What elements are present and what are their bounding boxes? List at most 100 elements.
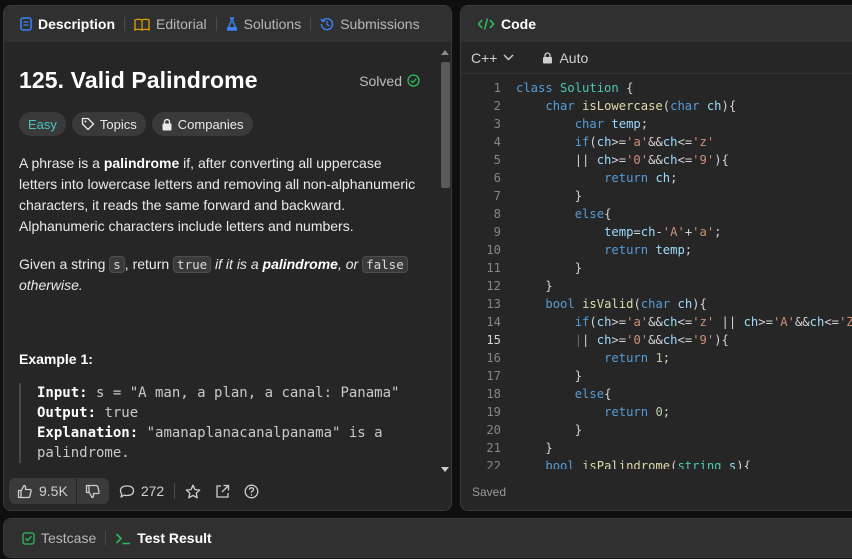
language-label: C++ — [471, 49, 498, 66]
code-line: 12 } — [486, 279, 553, 293]
tab-description-label: Description — [38, 16, 116, 32]
difficulty-badge: Easy — [19, 112, 66, 136]
lock-icon — [542, 51, 553, 64]
example-heading: Example 1: — [19, 351, 93, 367]
auto-mode-toggle[interactable]: Auto — [542, 50, 588, 66]
example-block: Input: s = "A man, a plan, a canal: Pana… — [19, 383, 422, 463]
code-line: 4 if(ch>='a'&&ch<='z' — [493, 135, 715, 149]
problem-description: A phrase is a palindrome if, after conve… — [19, 153, 422, 237]
checkbox-icon — [22, 531, 35, 545]
description-panel: Description Editorial Solutions Submissi… — [3, 5, 452, 511]
problem-badges: Easy Topics Companies — [19, 112, 422, 136]
tab-divider — [124, 17, 126, 31]
example-input-label: Input: — [37, 385, 88, 401]
code-line: 17 } — [486, 369, 583, 383]
topics-button[interactable]: Topics — [71, 112, 146, 136]
code-line: 1 class Solution { — [493, 81, 634, 95]
tab-divider — [105, 531, 107, 545]
tab-test-result-label: Test Result — [137, 530, 212, 546]
share-button[interactable] — [211, 484, 240, 499]
favorite-button[interactable] — [175, 484, 211, 499]
tab-divider — [310, 17, 312, 31]
language-select[interactable]: C++ — [471, 50, 514, 66]
companies-button[interactable]: Companies — [151, 112, 253, 136]
topics-label: Topics — [99, 116, 137, 132]
code-line: 11 } — [486, 261, 583, 275]
tab-divider — [215, 17, 217, 31]
tab-testcase-label: Testcase — [41, 530, 97, 546]
thumbs-down-icon — [85, 484, 101, 499]
comment-icon — [119, 484, 135, 499]
tab-testcase[interactable]: Testcase — [16, 520, 102, 556]
solved-status: Solved — [359, 73, 420, 89]
description-icon — [20, 17, 32, 31]
scroll-thumb[interactable] — [441, 62, 450, 188]
code-line: 2 char isLowercase(char ch){ — [493, 99, 737, 113]
auto-mode-label: Auto — [559, 49, 589, 66]
tab-test-result[interactable]: Test Result — [109, 520, 217, 556]
star-icon — [185, 484, 201, 499]
flask-icon — [226, 17, 238, 31]
tab-code-label: Code — [501, 16, 536, 32]
book-icon — [134, 18, 150, 31]
code-line: 8 else{ — [493, 207, 612, 221]
task-text: if it is a — [211, 256, 263, 272]
description-scrollbar[interactable] — [440, 48, 450, 472]
solved-label: Solved — [359, 72, 402, 89]
tab-submissions[interactable]: Submissions — [314, 6, 425, 42]
like-count: 9.5K — [39, 483, 68, 499]
share-icon — [215, 484, 230, 499]
code-line: 16 return 1; — [486, 351, 671, 365]
companies-label: Companies — [177, 116, 244, 132]
code-line: 5 || ch>='0'&&ch<='9'){ — [493, 153, 729, 167]
code-line-current: 15 || ch>='0'&&ch<='9'){ — [486, 333, 729, 347]
code-line: 13 bool isValid(char ch){ — [486, 297, 707, 311]
tab-code[interactable]: Code — [471, 6, 542, 42]
code-tab-bar: Code — [461, 6, 852, 42]
problem-title[interactable]: 125. Valid Palindrome — [19, 67, 258, 94]
inline-code: s — [109, 256, 125, 273]
description-content[interactable]: 125. Valid Palindrome Solved Easy Topics — [4, 42, 437, 474]
code-line: 10 return temp; — [486, 243, 693, 257]
tab-solutions-label: Solutions — [243, 16, 302, 32]
code-line: 20 } — [486, 423, 583, 437]
thumbs-up-icon — [17, 484, 33, 499]
code-line: 3 char temp; — [493, 117, 649, 131]
dislike-button[interactable] — [77, 478, 109, 504]
comments-button[interactable]: 272 — [109, 483, 174, 499]
task-text: , or — [337, 256, 363, 272]
tab-editorial[interactable]: Editorial — [128, 6, 213, 42]
tab-editorial-label: Editorial — [156, 16, 207, 32]
lock-icon — [161, 118, 173, 131]
question-circle-icon — [244, 484, 259, 499]
task-text: otherwise. — [19, 277, 83, 293]
code-line: 22 bool isPalindrome(string s){ — [486, 459, 751, 469]
example-output-label: Output: — [37, 405, 97, 421]
description-footer: 9.5K 272 — [4, 472, 451, 510]
vote-group: 9.5K — [9, 478, 109, 504]
chevron-down-icon — [503, 54, 514, 61]
code-panel: Code C++ Auto 1 class Solution { 2 char i… — [460, 5, 852, 511]
like-button[interactable]: 9.5K — [9, 478, 76, 504]
tab-description[interactable]: Description — [14, 6, 121, 42]
code-line: 19 return 0; — [486, 405, 671, 419]
code-icon — [477, 17, 495, 31]
difficulty-label: Easy — [28, 116, 57, 132]
code-line: 14 if(ch>='a'&&ch<='z' || ch>='A'&&ch<='… — [486, 315, 852, 329]
scroll-up-arrow[interactable] — [441, 50, 449, 55]
example-explanation-label: Explanation: — [37, 425, 139, 441]
code-line: 7 } — [493, 189, 583, 203]
help-button[interactable] — [240, 484, 269, 499]
palindrome-term: palindrome — [103, 155, 180, 171]
comment-count: 272 — [140, 483, 165, 499]
task-text: Given a string — [19, 256, 110, 272]
terminal-icon — [115, 532, 131, 545]
problem-task: Given a string s, return true if it is a… — [19, 254, 422, 296]
desc-text: A phrase is a — [19, 155, 104, 171]
task-text: , return — [124, 256, 174, 272]
code-editor[interactable]: 1 class Solution { 2 char isLowercase(cha… — [461, 79, 852, 469]
tab-solutions[interactable]: Solutions — [220, 6, 308, 42]
history-icon — [320, 17, 334, 31]
console-panel: Testcase Test Result — [3, 518, 852, 558]
code-line: 9 temp=ch-'A'+'a'; — [493, 225, 722, 239]
